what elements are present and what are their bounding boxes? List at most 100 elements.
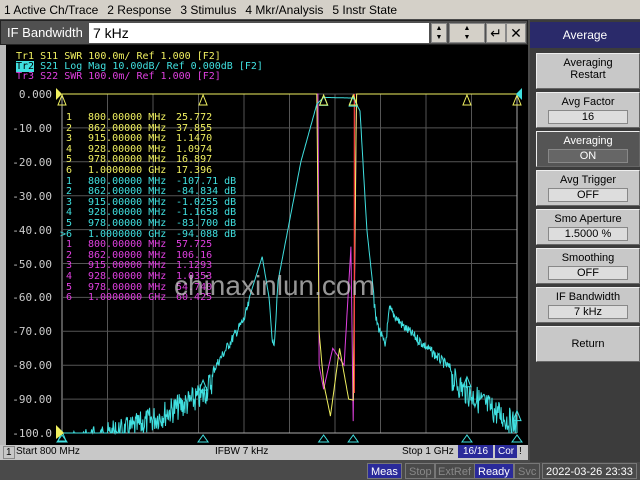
tr1-marker-number: 1 xyxy=(65,112,72,123)
softkey-smoothing[interactable]: Smoothing OFF xyxy=(536,248,640,284)
tr1-marker-number: 5 xyxy=(65,154,72,166)
tr3-marker-number: 2 xyxy=(65,249,72,261)
tr2-marker-number: 1 xyxy=(65,175,72,187)
tr3-marker-number: 1 xyxy=(65,239,72,251)
stop-indicator: Stop xyxy=(405,463,436,479)
entry-input[interactable]: 7 kHz xyxy=(89,23,429,43)
watermark: chinaxinlun.com xyxy=(174,270,375,301)
tr1-marker-value: 16.897 xyxy=(176,154,213,166)
enter-icon[interactable]: ↵ xyxy=(486,23,506,43)
tr2-marker-value: -83.700 dB xyxy=(176,218,237,229)
if-bandwidth-status[interactable]: IFBW 7 kHz xyxy=(215,446,268,457)
tr1-marker-value: 25.772 xyxy=(176,112,213,123)
tr1-marker-number: 4 xyxy=(65,143,72,155)
softkey-label: IF Bandwidth xyxy=(555,291,621,303)
spin-small-button[interactable]: ▲ ▼ xyxy=(431,23,447,43)
tr2-marker-number: 5 xyxy=(65,218,72,229)
tr3-marker-stimulus: 928.00000 MHz xyxy=(88,271,167,282)
softkey-averaging-restart[interactable]: Averaging Restart xyxy=(536,53,640,89)
tr2-marker-stimulus: 800.00000 MHz xyxy=(88,175,167,187)
softkey-value: 16 xyxy=(548,110,628,124)
tr3-marker-value: 57.725 xyxy=(176,239,213,251)
softkey-if-bandwidth[interactable]: IF Bandwidth 7 kHz xyxy=(536,287,640,323)
tr1-marker-stimulus: 915.00000 MHz xyxy=(88,133,167,145)
softkey-value: OFF xyxy=(548,188,628,202)
channel-number: 1 xyxy=(3,446,15,459)
softkey-value: OFF xyxy=(548,266,628,280)
extref-indicator: ExtRef xyxy=(434,463,476,479)
menu-mkr-analysis[interactable]: 4 Mkr/Analysis xyxy=(241,3,328,17)
menu-active-ch-trace[interactable]: 1 Active Ch/Trace xyxy=(0,3,103,17)
softkey-return[interactable]: Return xyxy=(536,326,640,362)
tr1-marker-stimulus: 1.0000000 GHz xyxy=(88,165,167,176)
tr2-marker-stimulus: 862.00000 MHz xyxy=(88,186,167,198)
correction-badge: Cor xyxy=(495,445,518,458)
tr2-marker-value: -94.088 dB xyxy=(176,228,237,240)
tr1-marker-value: 17.396 xyxy=(176,165,213,176)
warning-flag: ! xyxy=(519,446,522,457)
bottom-marker-3-icon xyxy=(317,434,330,443)
tr1-marker-stimulus: 862.00000 MHz xyxy=(88,122,167,134)
entry-bar: IF Bandwidth 7 kHz ▲ ▼ ▲ ▼ ↵ ✕ xyxy=(0,20,528,45)
tr3-marker-stimulus: 1.0000000 GHz xyxy=(88,292,167,304)
stop-frequency[interactable]: Stop 1 GHz xyxy=(402,446,454,457)
softkey-label: Return xyxy=(571,338,605,350)
tr3-marker-number: 6 xyxy=(65,292,72,304)
tr1-marker-number: 3 xyxy=(65,133,72,145)
tr1-marker-number: 2 xyxy=(65,122,72,134)
menu-stimulus[interactable]: 3 Stimulus xyxy=(176,3,241,17)
tr3-marker-stimulus: 978.00000 MHz xyxy=(88,281,167,293)
softkey-panel: Average Averaging Restart Avg Factor 16 Ave… xyxy=(530,20,640,462)
softkey-value: 7 kHz xyxy=(548,305,628,319)
softkey-averaging[interactable]: Averaging ON xyxy=(536,131,640,167)
bottom-marker-6-icon xyxy=(511,434,523,443)
spin-large-button[interactable]: ▲ ▼ xyxy=(449,23,485,43)
menu-response[interactable]: 2 Response xyxy=(103,3,176,17)
softkey-label: Averaging Restart xyxy=(563,57,613,81)
instrument-status-bar: Meas Stop ExtRef Ready Svc 2022-03-26 23… xyxy=(0,462,640,480)
averaging-count: 16/16 xyxy=(458,445,494,458)
tr1-marker-stimulus: 978.00000 MHz xyxy=(88,154,167,166)
tr3-marker-value: 106.16 xyxy=(176,249,213,261)
tr1-marker-number: 6 xyxy=(65,165,72,176)
bottom-marker-5-icon xyxy=(460,434,473,443)
channel-status-bar: 1 Start 800 MHz IFBW 7 kHz Stop 1 GHz 16… xyxy=(0,445,528,460)
tr2-marker-value: -1.0255 dB xyxy=(176,196,237,208)
entry-label: IF Bandwidth xyxy=(7,25,83,40)
tr2-marker-stimulus: 1.0000000 GHz xyxy=(88,228,167,240)
tr1-marker-stimulus: 800.00000 MHz xyxy=(88,112,167,123)
start-frequency[interactable]: Start 800 MHz xyxy=(16,446,80,457)
bottom-marker-4-icon xyxy=(347,434,360,443)
menu-instr-state[interactable]: 5 Instr State xyxy=(328,3,402,17)
softkey-smo-aperture[interactable]: Smo Aperture 1.5000 % xyxy=(536,209,640,245)
meas-indicator: Meas xyxy=(367,463,402,479)
softkey-avg-trigger[interactable]: Avg Trigger OFF xyxy=(536,170,640,206)
close-icon[interactable]: ✕ xyxy=(506,23,526,43)
softkey-title: Average xyxy=(530,22,640,48)
tr2-marker-value: -1.1658 dB xyxy=(176,207,237,219)
tr3-marker-stimulus: 915.00000 MHz xyxy=(88,260,167,272)
tr2-marker-stimulus: 915.00000 MHz xyxy=(88,196,167,208)
tr2-marker-stimulus: 978.00000 MHz xyxy=(88,218,167,229)
date-time: 2022-03-26 23:33 xyxy=(542,463,637,479)
tr2-marker-value: -107.71 dB xyxy=(176,175,237,187)
trace-plot xyxy=(56,88,523,443)
tr1-marker-value: 1.0974 xyxy=(176,143,213,155)
tr3-marker-number: 5 xyxy=(65,281,72,293)
softkey-value: 1.5000 % xyxy=(548,227,628,241)
tr2-marker-stimulus: 928.00000 MHz xyxy=(88,207,167,219)
tr1-marker-stimulus: 928.00000 MHz xyxy=(88,143,167,155)
tr1-marker-value: 37.855 xyxy=(176,122,213,134)
tr2-marker-number: 2 xyxy=(65,186,72,198)
menu-bar: 1 Active Ch/Trace 2 Response 3 Stimulus … xyxy=(0,0,640,19)
softkey-label: Averaging xyxy=(563,135,613,147)
tr3-marker-stimulus: 800.00000 MHz xyxy=(88,239,167,251)
tr2-marker-number: 4 xyxy=(65,207,72,219)
softkey-label: Smoothing xyxy=(561,252,615,264)
tr2-marker-number: 3 xyxy=(65,196,72,208)
softkey-label: Avg Factor xyxy=(561,96,615,108)
softkey-value: ON xyxy=(548,149,628,163)
tr2-marker-value: -84.834 dB xyxy=(176,186,237,198)
softkey-avg-factor[interactable]: Avg Factor 16 xyxy=(536,92,640,128)
tr2-marker-number: >6 xyxy=(59,228,72,240)
